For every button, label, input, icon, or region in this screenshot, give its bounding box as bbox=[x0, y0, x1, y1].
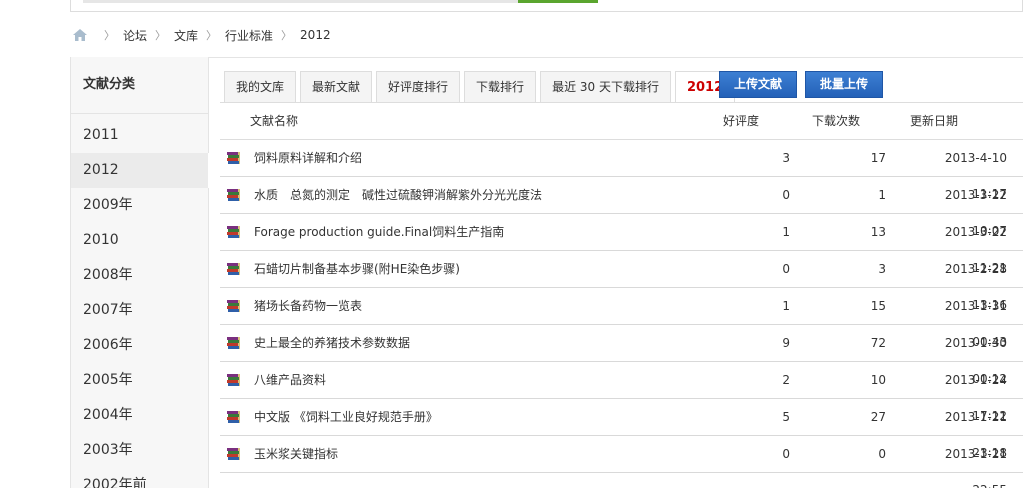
top-search-bar bbox=[70, 0, 1023, 12]
document-downloads: 15 bbox=[870, 299, 886, 313]
document-downloads: 13 bbox=[870, 225, 886, 239]
header-date[interactable]: 更新日期 bbox=[910, 103, 1023, 139]
sidebar-title: 文献分类 bbox=[71, 57, 208, 114]
breadcrumb: 〉 论坛 〉 文库 〉 行业标准 〉 2012 bbox=[72, 26, 331, 44]
breadcrumb-separator-icon: 〉 bbox=[104, 29, 115, 42]
table-row: 八维产品资料 2 10 2013-1-24 17:12 bbox=[220, 362, 1023, 423]
breadcrumb-forum[interactable]: 论坛 bbox=[123, 27, 147, 44]
table-header: 文献名称 好评度 下载次数 更新日期 bbox=[220, 103, 1023, 140]
document-downloads: 27 bbox=[870, 410, 886, 424]
book-stack-icon bbox=[227, 411, 240, 423]
breadcrumb-separator-icon: 〉 bbox=[155, 29, 167, 42]
document-downloads: 3 bbox=[878, 262, 886, 276]
book-stack-icon bbox=[227, 448, 240, 460]
sidebar-item-2012[interactable]: 2012 bbox=[71, 153, 209, 188]
document-rating: 0 bbox=[782, 188, 790, 202]
document-link[interactable]: 猪场长备药物一览表 bbox=[254, 299, 362, 313]
table-row: Forage production guide.Final饲料生产指南 1 13… bbox=[220, 214, 1023, 275]
document-date: 2013-3-22 11:21 bbox=[944, 225, 1007, 275]
category-list: 2011 2012 2009年 2010 2008年 2007年 2006年 2… bbox=[71, 118, 209, 488]
document-date: 2013-1-21 23:18 bbox=[944, 410, 1007, 460]
header-rating[interactable]: 好评度 bbox=[710, 103, 810, 139]
book-stack-icon bbox=[227, 263, 240, 275]
breadcrumb-current: 2012 bbox=[300, 28, 331, 42]
header-name[interactable]: 文献名称 bbox=[250, 103, 710, 139]
tab-my-library[interactable]: 我的文库 bbox=[224, 71, 297, 103]
document-link[interactable]: 中文版 《饲料工业良好规范手册》 bbox=[254, 410, 438, 424]
library-tabs: 我的文库 最新文献 好评度排行 下载排行 最近 30 天下载排行 2012 bbox=[224, 71, 739, 103]
table-row: 饲料原料详解和介绍 3 17 2013-4-10 11:17 bbox=[220, 140, 1023, 201]
document-link[interactable]: Forage production guide.Final饲料生产指南 bbox=[254, 225, 504, 239]
document-rating: 3 bbox=[782, 151, 790, 165]
table-row: 猪场长备药物一览表 1 15 2013-1-31 00:43 bbox=[220, 288, 1023, 349]
sidebar-item-2010[interactable]: 2010 bbox=[71, 223, 208, 258]
document-date: 2013-1-31 00:43 bbox=[944, 299, 1007, 349]
table-body: 饲料原料详解和介绍 3 17 2013-4-10 11:17 水质 总氮的测定 … bbox=[220, 140, 1023, 488]
tab-latest[interactable]: 最新文献 bbox=[300, 71, 373, 103]
breadcrumb-industry-standard[interactable]: 行业标准 bbox=[225, 27, 273, 44]
breadcrumb-library[interactable]: 文库 bbox=[174, 27, 198, 44]
table-row: 玉米浆关键指标 0 0 2013-1-21 22:55 bbox=[220, 436, 1023, 488]
document-rating: 9 bbox=[782, 336, 790, 350]
tab-30day-download-rank[interactable]: 最近 30 天下载排行 bbox=[540, 71, 671, 103]
document-date: 2013-1-21 22:55 bbox=[944, 447, 1007, 488]
header-downloads[interactable]: 下载次数 bbox=[810, 103, 910, 139]
document-downloads: 10 bbox=[870, 373, 886, 387]
document-rating: 1 bbox=[782, 299, 790, 313]
document-rating: 1 bbox=[782, 225, 790, 239]
table-row: 水质 总氮的测定 碱性过硫酸钾消解紫外分光光度法 0 1 2013-3-22 1… bbox=[220, 177, 1023, 238]
document-date: 2013-1-30 00:12 bbox=[944, 336, 1007, 386]
document-link[interactable]: 史上最全的养猪技术参数数据 bbox=[254, 336, 410, 350]
document-rating: 5 bbox=[782, 410, 790, 424]
upload-document-button[interactable]: 上传文献 bbox=[719, 71, 798, 98]
sidebar-item-2008[interactable]: 2008年 bbox=[71, 258, 208, 293]
tab-rating-rank[interactable]: 好评度排行 bbox=[376, 71, 461, 103]
document-link[interactable]: 八维产品资料 bbox=[254, 373, 326, 387]
category-sidebar: 文献分类 2011 2012 2009年 2010 2008年 2007年 20… bbox=[70, 57, 209, 488]
book-stack-icon bbox=[227, 226, 240, 238]
book-stack-icon bbox=[227, 337, 240, 349]
sidebar-item-2006[interactable]: 2006年 bbox=[71, 328, 208, 363]
document-link[interactable]: 饲料原料详解和介绍 bbox=[254, 151, 362, 165]
document-table: 文献名称 好评度 下载次数 更新日期 饲料原料详解和介绍 3 17 2013-4… bbox=[220, 103, 1023, 488]
book-stack-icon bbox=[227, 152, 240, 164]
search-input[interactable] bbox=[83, 0, 520, 3]
document-downloads: 1 bbox=[878, 188, 886, 202]
document-rating: 2 bbox=[782, 373, 790, 387]
document-date: 2013-2-28 13:16 bbox=[944, 262, 1007, 312]
document-date: 2013-3-22 10:07 bbox=[944, 188, 1007, 238]
breadcrumb-separator-icon: 〉 bbox=[206, 29, 218, 42]
home-icon[interactable] bbox=[72, 28, 88, 42]
search-button[interactable] bbox=[518, 0, 598, 3]
document-link[interactable]: 水质 总氮的测定 碱性过硫酸钾消解紫外分光光度法 bbox=[254, 188, 542, 202]
document-link[interactable]: 石蜡切片制备基本步骤(附HE染色步骤) bbox=[254, 262, 460, 276]
book-stack-icon bbox=[227, 189, 240, 201]
batch-upload-button[interactable]: 批量上传 bbox=[805, 71, 884, 98]
book-stack-icon bbox=[227, 300, 240, 312]
document-rating: 0 bbox=[782, 447, 790, 461]
sidebar-item-2003[interactable]: 2003年 bbox=[71, 433, 208, 468]
document-link[interactable]: 玉米浆关键指标 bbox=[254, 447, 338, 461]
table-row: 史上最全的养猪技术参数数据 9 72 2013-1-30 00:12 bbox=[220, 325, 1023, 386]
sidebar-item-2011[interactable]: 2011 bbox=[71, 118, 208, 153]
sidebar-item-2005[interactable]: 2005年 bbox=[71, 363, 208, 398]
table-row: 中文版 《饲料工业良好规范手册》 5 27 2013-1-21 23:18 bbox=[220, 399, 1023, 460]
tab-download-rank[interactable]: 下载排行 bbox=[464, 71, 537, 103]
book-stack-icon bbox=[227, 374, 240, 386]
document-downloads: 72 bbox=[870, 336, 886, 350]
sidebar-item-2009[interactable]: 2009年 bbox=[71, 188, 208, 223]
document-date: 2013-1-24 17:12 bbox=[944, 373, 1007, 423]
table-row: 石蜡切片制备基本步骤(附HE染色步骤) 0 3 2013-2-28 13:16 bbox=[220, 251, 1023, 312]
document-rating: 0 bbox=[782, 262, 790, 276]
sidebar-item-before-2002[interactable]: 2002年前 bbox=[71, 468, 208, 488]
breadcrumb-separator-icon: 〉 bbox=[281, 29, 293, 42]
document-downloads: 0 bbox=[878, 447, 886, 461]
document-date: 2013-4-10 11:17 bbox=[944, 151, 1007, 201]
sidebar-item-2007[interactable]: 2007年 bbox=[71, 293, 208, 328]
sidebar-item-2004[interactable]: 2004年 bbox=[71, 398, 208, 433]
document-downloads: 17 bbox=[870, 151, 886, 165]
